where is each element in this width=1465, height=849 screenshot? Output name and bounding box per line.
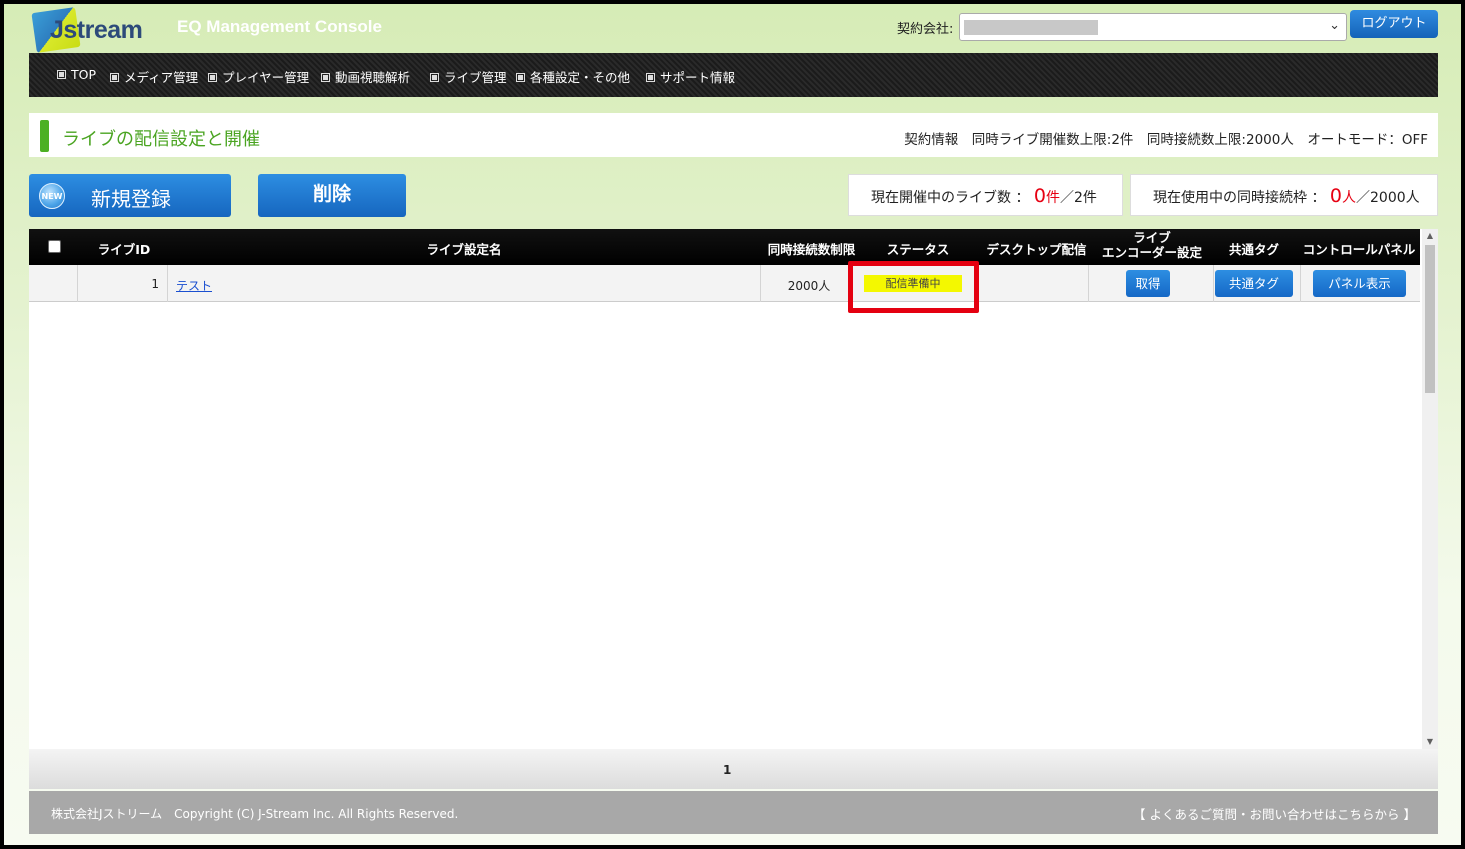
footer: 株式会社Jストリーム Copyright (C) J-Stream Inc. A…: [29, 791, 1438, 834]
logo-text: Jstream: [50, 16, 143, 44]
nav-item-player[interactable]: プレイヤー管理: [208, 67, 309, 86]
connection-stat: 現在使用中の同時接続枠 ： 0人／2000人: [1130, 174, 1438, 216]
header-encoder-line1: ライブ: [1133, 230, 1171, 245]
nav-item-analytics[interactable]: 動画視聴解析: [321, 67, 410, 86]
faq-contact-link[interactable]: 【 よくあるご質問・お問い合わせはこちらから 】: [1133, 804, 1416, 823]
page-title-bar: ライブの配信設定と開催 契約情報 同時ライブ開催数上限:2件 同時接続数上限:2…: [29, 113, 1438, 157]
vertical-scrollbar[interactable]: ▲ ▼: [1422, 229, 1438, 749]
console-window: Jstream EQ Management Console 契約会社: ⌄ ログ…: [4, 4, 1461, 845]
redacted-company-name: [964, 20, 1098, 35]
scroll-up-arrow-icon[interactable]: ▲: [1422, 229, 1438, 243]
logout-button[interactable]: ログアウト: [1350, 10, 1438, 38]
contract-info: 契約情報 同時ライブ開催数上限:2件 同時接続数上限:2000人 オートモード：…: [904, 132, 1428, 148]
header-desktop: デスクトップ配信: [986, 242, 1087, 257]
header-live-name: ライブ設定名: [426, 242, 502, 257]
nav-item-label: プレイヤー管理: [222, 70, 310, 85]
page-number[interactable]: 1: [723, 763, 731, 777]
delete-button[interactable]: 削除: [258, 174, 406, 217]
contract-company-select[interactable]: ⌄: [959, 13, 1347, 41]
live-count-limit: ／2件: [1060, 190, 1097, 206]
checkbox-bullet-icon: [646, 73, 655, 82]
checkbox-bullet-icon: [321, 73, 330, 82]
jstream-logo[interactable]: Jstream: [31, 7, 154, 53]
table-header: ライブID ライブ設定名 同時接続数制限 ステータス デスクトップ配信 ライブ …: [29, 229, 1420, 265]
select-all-checkbox[interactable]: [48, 240, 61, 253]
encoder-get-button[interactable]: 取得: [1126, 270, 1170, 297]
checkbox-bullet-icon: [516, 73, 525, 82]
title-accent-bar: [40, 120, 49, 152]
cell-divider: [167, 265, 168, 302]
live-count-unit: 件: [1046, 190, 1060, 206]
cell-divider: [760, 265, 761, 302]
cell-divider: [1300, 265, 1301, 302]
live-count-label: 現在開催中のライブ数 ：: [871, 190, 1030, 206]
row-live-name-link[interactable]: テスト: [176, 277, 212, 294]
nav-item-label: 動画視聴解析: [335, 70, 411, 85]
common-tag-button[interactable]: 共通タグ: [1215, 270, 1293, 297]
nav-item-top[interactable]: TOP: [57, 67, 96, 82]
app-title: EQ Management Console: [177, 17, 382, 36]
nav-item-settings[interactable]: 各種設定・その他: [516, 67, 630, 86]
new-badge-icon: NEW: [39, 183, 65, 209]
header-encoder-line2: エンコーダー設定: [1101, 245, 1202, 260]
nav-item-label: サポート情報: [660, 70, 736, 85]
checkbox-bullet-icon: [208, 73, 217, 82]
cell-divider: [1213, 265, 1214, 302]
checkbox-bullet-icon: [57, 70, 66, 79]
scroll-down-arrow-icon[interactable]: ▼: [1422, 735, 1438, 749]
nav-item-label: ライブ管理: [444, 70, 507, 85]
header-live-id: ライブID: [97, 242, 151, 257]
copyright-text: 株式会社Jストリーム Copyright (C) J-Stream Inc. A…: [51, 807, 459, 821]
new-registration-label: 新規登録: [91, 187, 171, 211]
live-count-stat: 現在開催中のライブ数 ： 0件／2件: [848, 174, 1123, 216]
live-count-current: 0: [1033, 185, 1046, 207]
scrollbar-thumb[interactable]: [1425, 245, 1435, 393]
cell-divider: [77, 265, 78, 302]
checkbox-bullet-icon: [110, 73, 119, 82]
live-table: ライブID ライブ設定名 同時接続数制限 ステータス デスクトップ配信 ライブ …: [29, 229, 1438, 749]
table-row: 1 テスト 2000人 配信準備中 取得 共通タグ パネル表示: [29, 265, 1420, 302]
header-limit: 同時接続数制限: [767, 242, 856, 257]
header-encoder: ライブ エンコーダー設定: [1097, 230, 1207, 260]
pagination: 1: [29, 749, 1438, 789]
nav-item-media[interactable]: メディア管理: [110, 67, 198, 86]
new-registration-button[interactable]: NEW 新規登録: [29, 174, 231, 217]
cell-divider: [1088, 265, 1089, 302]
contract-company-label: 契約会社:: [897, 22, 954, 37]
page-title: ライブの配信設定と開催: [62, 129, 260, 150]
header-common-tag: 共通タグ: [1228, 242, 1279, 257]
connection-current: 0: [1329, 185, 1342, 207]
nav-item-label: 各種設定・その他: [530, 70, 631, 85]
row-live-id: 1: [151, 277, 159, 291]
chevron-down-icon: ⌄: [1329, 18, 1340, 33]
connection-label: 現在使用中の同時接続枠 ：: [1153, 190, 1326, 206]
checkbox-bullet-icon: [430, 73, 439, 82]
nav-item-label: TOP: [71, 67, 97, 82]
nav-item-support[interactable]: サポート情報: [646, 67, 735, 86]
panel-display-button[interactable]: パネル表示: [1313, 270, 1406, 297]
header-control-panel: コントロールパネル: [1302, 242, 1416, 257]
row-limit: 2000人: [787, 279, 831, 293]
nav-item-live[interactable]: ライブ管理: [430, 67, 507, 86]
status-highlight-box: [848, 261, 979, 313]
header-status: ステータス: [886, 242, 950, 257]
nav-item-label: メディア管理: [124, 70, 199, 85]
connection-unit: 人: [1342, 190, 1356, 206]
main-nav: TOP メディア管理 プレイヤー管理 動画視聴解析 ライブ管理 各種設定・その他…: [29, 53, 1438, 97]
connection-limit: ／2000人: [1356, 190, 1420, 206]
